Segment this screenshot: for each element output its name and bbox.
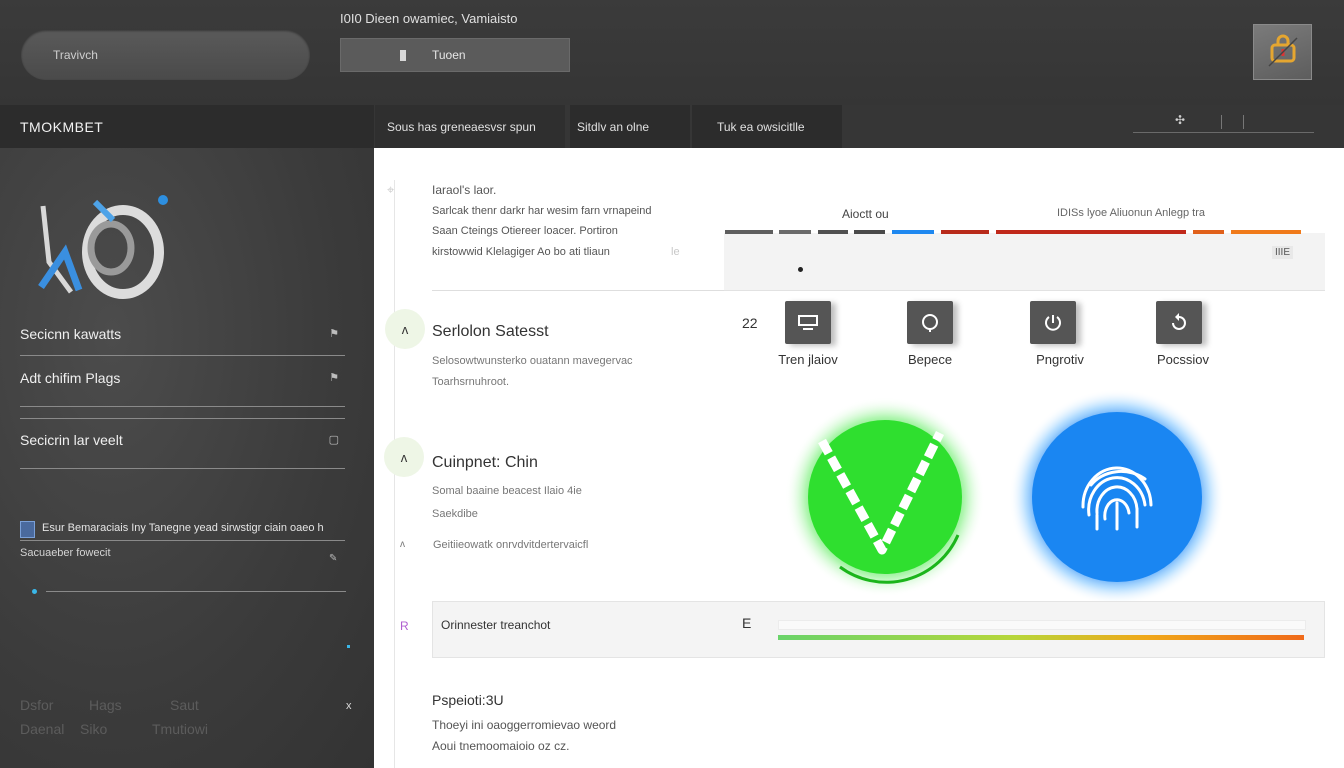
tab-1[interactable]: Sous has greneaesvsr spun	[375, 105, 565, 148]
section-text: Toarhsrnuhroot.	[432, 376, 510, 388]
divider	[20, 468, 345, 469]
section-text: Thoeyi ini oaoggerromievao weord	[432, 718, 617, 732]
settings-icon[interactable]: ✣	[1175, 113, 1185, 127]
divider	[20, 355, 345, 356]
sidebar-item-label: Secicrin lar veelt	[20, 432, 123, 448]
divider	[1243, 115, 1244, 129]
shield-icon[interactable]	[907, 301, 953, 344]
search-input[interactable]: Travivch	[21, 30, 310, 80]
sidebar-item-2[interactable]: Adt chifim Plags ⚑	[20, 370, 345, 386]
top-action-button[interactable]: Tuoen	[340, 38, 570, 72]
square-icon: ▢	[328, 434, 339, 446]
checkbox[interactable]	[20, 521, 35, 538]
section-text: Selosowtwunsterko ouatann mavegervac	[432, 355, 633, 367]
side-note: le	[671, 246, 680, 258]
section-text: Saekdibe	[432, 508, 478, 520]
divider	[20, 418, 345, 419]
footer-label: Daenal	[20, 721, 65, 737]
action-label: Bepece	[907, 352, 953, 367]
anchor-icon: ⌖	[387, 182, 395, 197]
indicator-segment	[818, 230, 848, 234]
indicator-segment	[1231, 230, 1301, 234]
alert-badge-icon[interactable]	[1253, 24, 1312, 80]
app-title: I0I0 Dieen owamiec, Vamiaisto	[340, 11, 518, 26]
action-label: Tren jlaiov	[778, 352, 838, 367]
divider	[1221, 115, 1222, 129]
footer-label: Dsfor	[20, 697, 54, 713]
section-text: Somal baaine beacest Ilaio 4ie	[432, 485, 582, 497]
indicator-card	[724, 233, 1325, 291]
footer-label: Hags	[89, 697, 122, 713]
indicator-title: Aioctt ou	[842, 207, 889, 221]
edit-icon[interactable]: ✎	[329, 553, 337, 564]
check-icon[interactable]	[780, 395, 990, 605]
section-title: Cuinpnet: Chin	[432, 454, 538, 471]
slider-track[interactable]	[46, 591, 346, 592]
progress-label: Orinnester treanchot	[441, 618, 551, 632]
sidebar-item-3[interactable]: Secicrin lar veelt ▢	[20, 432, 345, 448]
footer-label: Tmutiowi	[152, 721, 209, 737]
section-text: kirstowwid Klelagiger Ao bo ati tliaun	[432, 246, 610, 258]
section-kicker: Iaraol's laor.	[432, 183, 497, 197]
section-title: Serlolon Satesst	[432, 323, 549, 340]
status-dot	[347, 645, 350, 648]
tab-3[interactable]: Tuk ea owsicitlle	[692, 105, 842, 148]
tab-tools[interactable]: ✣	[1133, 105, 1314, 133]
action-label: Pngrotiv	[1036, 352, 1084, 367]
sidebar-item-label: Adt chifim Plags	[20, 370, 121, 386]
note-icon: ʌ	[400, 539, 405, 550]
refresh-icon[interactable]	[1156, 301, 1202, 344]
indicator-marker	[798, 267, 803, 272]
slider-handle[interactable]	[32, 589, 37, 594]
pin-icon	[400, 49, 406, 61]
section-bubble: ʌ	[385, 309, 425, 349]
fingerprint-icon[interactable]	[1005, 385, 1230, 610]
divider	[20, 540, 345, 541]
indicator-segment	[779, 230, 811, 234]
indicator-segment	[941, 230, 989, 234]
flag-icon: ⚑	[329, 372, 339, 384]
section-title: Pspeioti:3U	[432, 692, 504, 708]
action-label: Pocssiov	[1156, 352, 1210, 367]
divider	[20, 406, 345, 407]
indicator-segment	[892, 230, 934, 234]
section-text: Sarlcak thenr darkr har wesim farn vrnap…	[432, 205, 652, 217]
sidebar-title: TMOKMBET	[0, 105, 374, 148]
monitor-icon[interactable]	[785, 301, 831, 344]
indicator-segment	[996, 230, 1186, 234]
indicator-title: IDISs lyoe Aliuonun Anlegp tra	[1057, 207, 1205, 219]
progress-value-label: E	[742, 615, 752, 631]
indicator-segment	[854, 230, 885, 234]
logo-icon	[38, 195, 168, 299]
progress-icon: R	[400, 619, 409, 633]
progress-bar	[778, 620, 1306, 640]
indicator-segment	[725, 230, 773, 234]
section-text: Aoui tnemoomaioio oz cz.	[432, 739, 570, 753]
checkbox-label: Esur Bemaraciais Iny Tanegne yead sirwst…	[42, 522, 324, 534]
sidebar-item-label: Secicnn kawatts	[20, 326, 122, 342]
section-bubble: ʌ	[384, 437, 424, 477]
power-icon[interactable]	[1030, 301, 1076, 344]
progress-fill	[778, 635, 1304, 640]
indicator-segment	[1193, 230, 1224, 234]
section-note: Geitiieowatk onrvdvitdertervaicfl	[433, 539, 589, 551]
tab-2[interactable]: Sitdlv an olne	[570, 105, 690, 148]
footer-label: Saut	[170, 697, 199, 713]
sidebar-sub-label: Sacuaeber fowecit	[20, 547, 111, 559]
action-count: 22	[742, 315, 758, 331]
close-icon[interactable]: x	[346, 700, 352, 712]
sidebar-item-1[interactable]: Secicnn kawatts ⚑	[20, 326, 345, 342]
section-text: Saan Cteings Otiereer loacer. Portiron	[432, 225, 618, 237]
footer-label: Siko	[80, 721, 108, 737]
flag-icon: ⚑	[329, 328, 339, 340]
indicator-badge: IIIE	[1272, 246, 1294, 259]
top-action-label: Tuoen	[432, 48, 466, 62]
